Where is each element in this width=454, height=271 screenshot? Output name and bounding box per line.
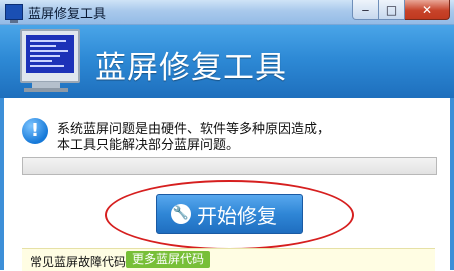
info-icon: ! (22, 118, 48, 144)
bsod-monitor-icon (20, 29, 80, 83)
title-bar[interactable]: 蓝屏修复工具 ‒ □ ✕ (0, 0, 454, 25)
common-error-codes-label[interactable]: 常见蓝屏故障代码 (30, 253, 126, 270)
more-codes-button[interactable]: 更多蓝屏代码 (126, 251, 211, 268)
info-text-line-2: 本工具只能解决部分蓝屏问题。 (57, 138, 240, 153)
banner: 蓝屏修复工具 (0, 25, 454, 98)
banner-title: 蓝屏修复工具 (95, 50, 287, 86)
minimize-button[interactable]: ‒ (352, 0, 379, 20)
maximize-icon: □ (385, 2, 398, 17)
minimize-icon: ‒ (361, 2, 370, 17)
footer-bar: 常见蓝屏故障代码 更多蓝屏代码 (22, 248, 435, 271)
red-highlight-ellipse (105, 180, 354, 250)
app-icon (5, 4, 23, 23)
window-title: 蓝屏修复工具 (28, 7, 107, 22)
close-button[interactable]: ✕ (405, 0, 450, 20)
maximize-button[interactable]: □ (379, 0, 405, 20)
progress-bar (22, 157, 437, 175)
window-controls: ‒ □ ✕ (352, 0, 450, 20)
close-icon: ✕ (421, 2, 433, 17)
